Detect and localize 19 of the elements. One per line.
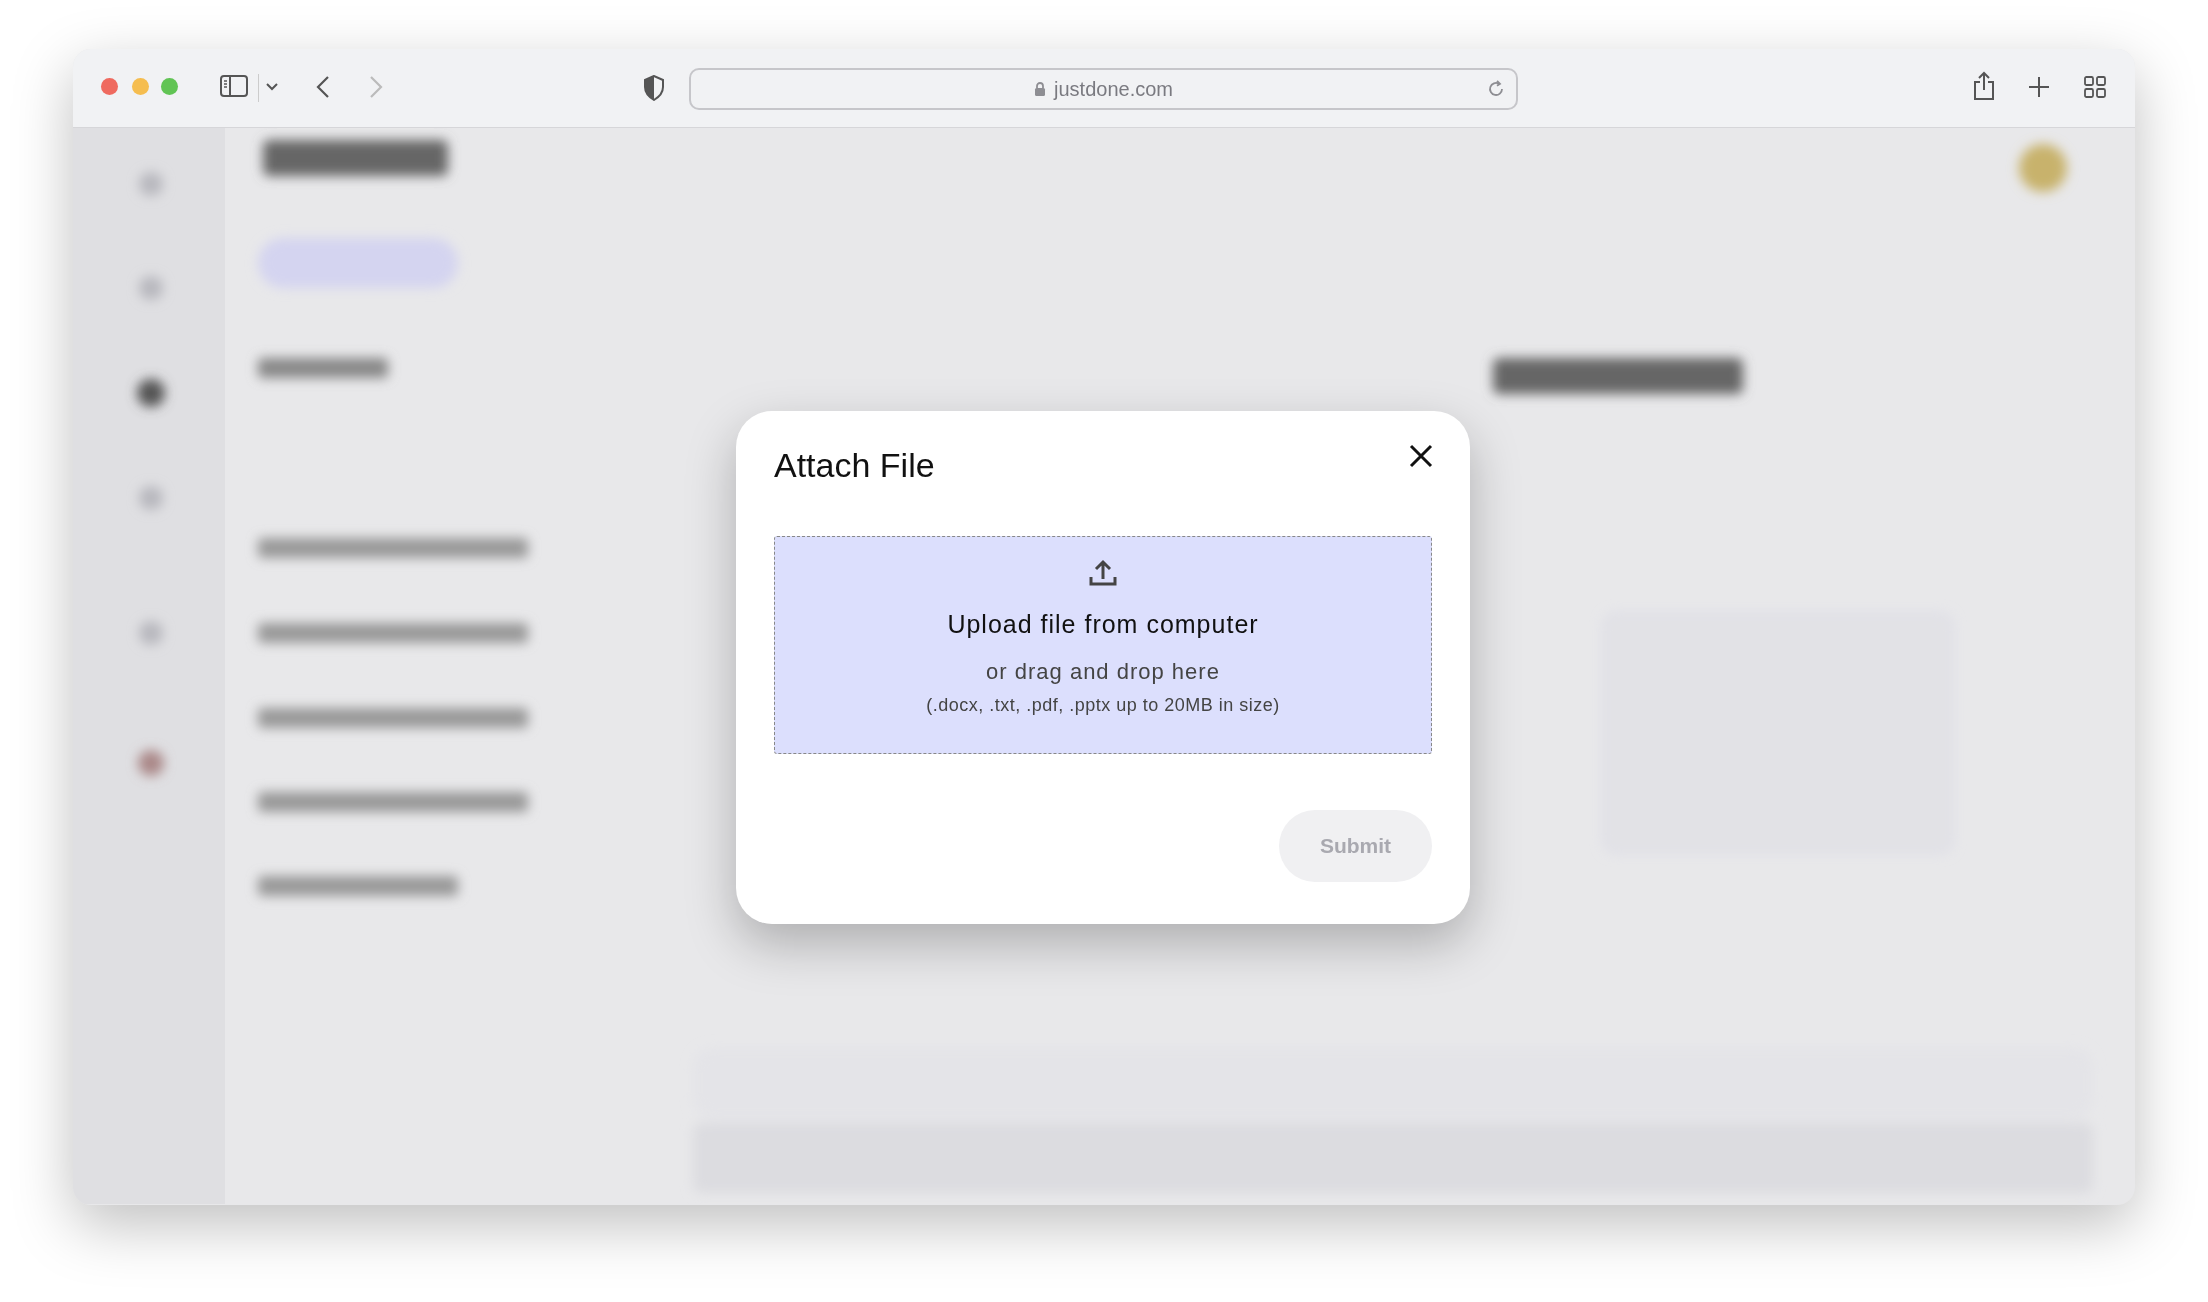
- close-icon[interactable]: [1408, 443, 1434, 469]
- file-dropzone[interactable]: Upload file from computer or drag and drop here (.docx, .txt, .pdf, .pptx up to 20MB in size): [774, 535, 1432, 754]
- back-icon[interactable]: [316, 75, 330, 99]
- address-bar[interactable]: justdone.com: [689, 68, 1518, 110]
- upload-icon: [1089, 558, 1117, 586]
- file-types-hint: (.docx, .txt, .pdf, .pptx up to 20MB in size): [926, 694, 1280, 718]
- dropzone-title: Upload file from computer: [947, 608, 1259, 640]
- url-text: justdone.com: [1054, 77, 1173, 102]
- plus-icon[interactable]: [2028, 76, 2050, 98]
- sidebar-icon[interactable]: [220, 75, 248, 97]
- chevron-down-icon[interactable]: [266, 83, 278, 91]
- close-window-button[interactable]: [101, 78, 118, 95]
- dropzone-subtitle: or drag and drop here: [986, 658, 1220, 687]
- shield-icon[interactable]: [643, 75, 665, 101]
- reload-icon[interactable]: [1486, 79, 1506, 99]
- dialog-title: Attach File: [774, 445, 935, 486]
- tab-overview-icon[interactable]: [2084, 76, 2106, 98]
- lock-icon: [1034, 81, 1046, 97]
- share-icon[interactable]: [1973, 71, 1995, 101]
